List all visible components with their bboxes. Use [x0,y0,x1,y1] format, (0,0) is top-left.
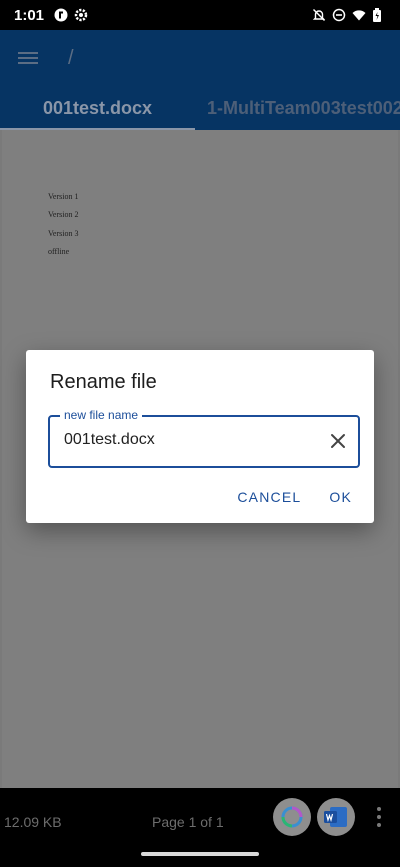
bottom-bar: 12.09 KB Page 1 of 1 [0,788,400,867]
document-text-line: Version 3 [48,229,79,238]
open-in-word-button[interactable] [317,798,355,836]
new-file-name-label: new file name [60,408,143,422]
settings-gear-icon [74,8,88,22]
hamburger-menu-icon [18,49,38,67]
rename-file-dialog: Rename file new file name CANCEL OK [26,350,374,523]
app-bar: / [0,30,400,86]
more-options-button[interactable] [370,802,388,832]
copilot-icon [281,806,303,828]
more-vert-icon [377,807,381,811]
file-size: 12.09 KB [4,814,62,830]
close-icon [331,434,345,448]
battery-icon [372,8,386,22]
document-text-line: offline [48,247,70,256]
page-indicator: Page 1 of 1 [152,814,224,830]
new-file-name-field[interactable]: new file name [48,408,360,468]
cancel-button[interactable]: CANCEL [237,489,301,505]
app-notification-icon [54,8,68,22]
tab-second-document[interactable]: 1-MultiTeam003test002 [207,86,400,130]
clear-text-button[interactable] [328,431,348,451]
ok-button[interactable]: OK [329,489,352,505]
path-title: / [68,46,74,69]
home-indicator[interactable] [141,852,259,856]
status-bar: 1:01 [0,0,400,30]
word-icon [324,807,347,827]
new-file-name-input[interactable] [64,431,314,449]
document-text-line: Version 1 [48,192,79,201]
menu-button[interactable] [0,30,56,86]
tab-current-document[interactable]: 001test.docx [0,86,195,130]
wifi-icon [352,8,366,22]
dialog-title: Rename file [50,371,157,393]
notifications-off-icon [312,8,326,22]
document-text-line: Version 2 [48,210,79,219]
status-time: 1:01 [14,6,45,24]
copilot-button[interactable] [273,798,311,836]
do-not-disturb-icon [332,8,346,22]
tab-bar: 001test.docx 1-MultiTeam003test002 [0,86,400,130]
